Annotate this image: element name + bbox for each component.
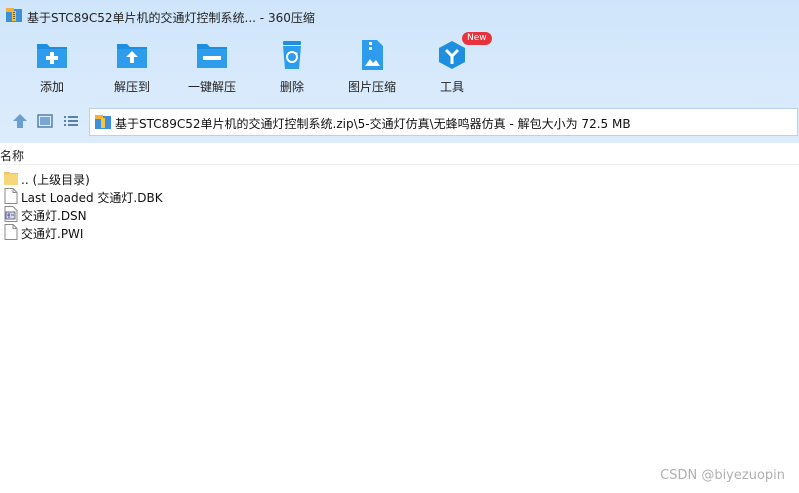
- zip-app-icon: [6, 8, 22, 22]
- file-icon: [4, 188, 18, 204]
- one-click-extract-label: 一键解压: [187, 80, 236, 94]
- add-folder-icon: [37, 44, 67, 68]
- zip-archive-icon: [95, 115, 111, 129]
- top-band: 基于STC89C52单片机的交通灯控制系统... - 360压缩 添加 解压到: [0, 0, 799, 143]
- list-item-name: 交通灯.DSN: [21, 209, 87, 223]
- delete-button[interactable]: 删除: [254, 34, 330, 96]
- tools-icon: [439, 41, 465, 69]
- list-item-parent-directory[interactable]: .. (上级目录): [0, 169, 300, 187]
- image-compress-icon: [362, 40, 383, 70]
- new-badge: New: [462, 32, 492, 45]
- add-button[interactable]: 添加: [14, 34, 90, 96]
- extract-to-icon: [117, 44, 147, 68]
- header-divider: [0, 164, 799, 165]
- one-click-extract-icon: [197, 44, 227, 68]
- watermark: CSDN @biyezuopin: [660, 468, 785, 483]
- delete-label: 删除: [279, 80, 304, 94]
- file-list: 名称 .. (上级目录) Last Loaded 交通灯.DBK 交通灯.DSN…: [0, 143, 799, 493]
- list-item[interactable]: Last Loaded 交通灯.DBK: [0, 187, 300, 205]
- thumbnail-view-icon[interactable]: [36, 112, 54, 130]
- list-item[interactable]: 交通灯.PWI: [0, 223, 300, 241]
- image-compress-button[interactable]: 图片压缩: [334, 34, 410, 96]
- navigation-row: 基于STC89C52单片机的交通灯控制系统.zip\5-交通灯仿真\无蜂鸣器仿真…: [0, 106, 799, 136]
- tools-button[interactable]: New 工具: [414, 32, 492, 96]
- one-click-extract-button[interactable]: 一键解压: [174, 34, 250, 96]
- address-path: 基于STC89C52单片机的交通灯控制系统.zip\5-交通灯仿真\无蜂鸣器仿真…: [115, 117, 631, 131]
- image-compress-label: 图片压缩: [347, 80, 396, 94]
- address-bar[interactable]: 基于STC89C52单片机的交通灯控制系统.zip\5-交通灯仿真\无蜂鸣器仿真…: [89, 108, 798, 136]
- up-arrow-icon[interactable]: [11, 112, 29, 130]
- add-label: 添加: [39, 80, 64, 94]
- recycle-bin-icon: [283, 41, 301, 69]
- tools-label: 工具: [439, 80, 464, 94]
- dsn-file-icon: [4, 206, 18, 222]
- list-item-name: Last Loaded 交通灯.DBK: [21, 191, 163, 205]
- title-bar: 基于STC89C52单片机的交通灯控制系统... - 360压缩: [0, 0, 799, 32]
- window-title: 基于STC89C52单片机的交通灯控制系统... - 360压缩: [27, 11, 315, 25]
- extract-to-label: 解压到: [113, 80, 150, 94]
- file-icon: [4, 224, 18, 240]
- folder-icon: [4, 172, 18, 185]
- list-item-name: 交通灯.PWI: [21, 227, 84, 241]
- list-item-name: .. (上级目录): [21, 173, 90, 187]
- list-view-icon[interactable]: [62, 112, 80, 130]
- extract-to-button[interactable]: 解压到: [94, 34, 170, 96]
- column-header-name[interactable]: 名称: [0, 147, 24, 164]
- toolbar: 添加 解压到 一键解压 删除 图片压缩 New 工具: [0, 32, 799, 98]
- list-item[interactable]: 交通灯.DSN: [0, 205, 300, 223]
